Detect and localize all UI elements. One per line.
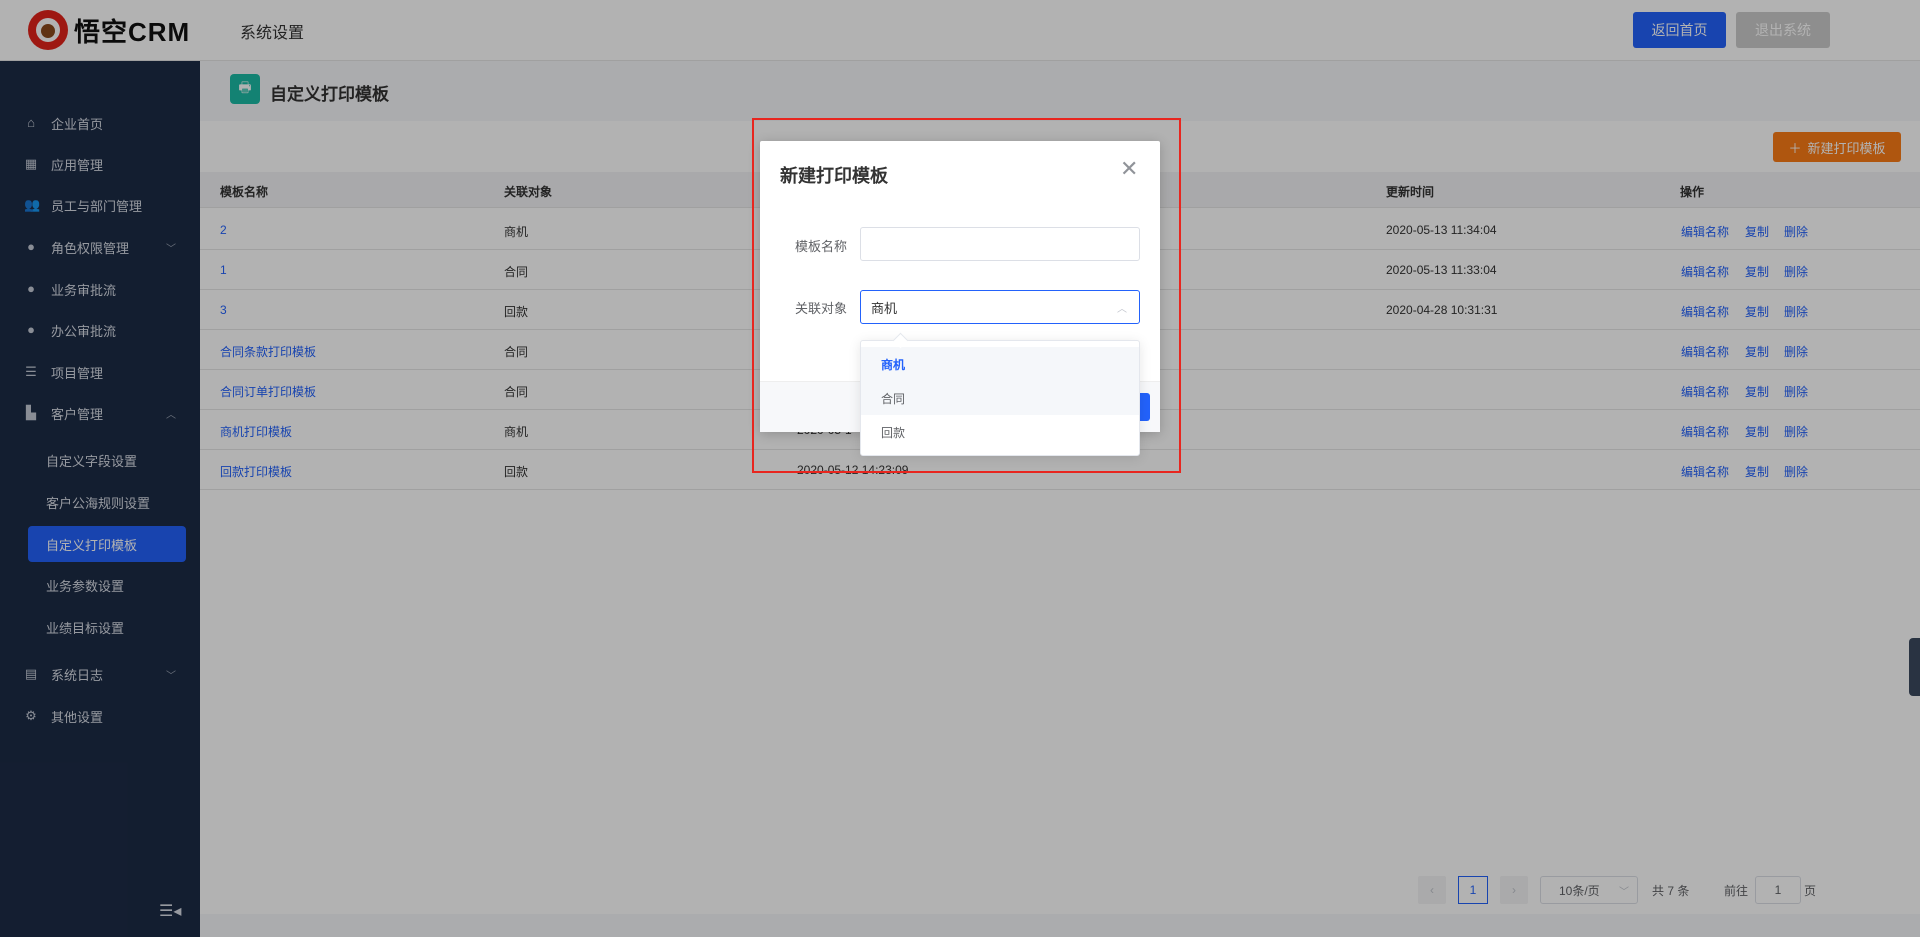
- close-icon[interactable]: ✕: [1120, 158, 1138, 180]
- template-name-label: 模板名称: [795, 239, 848, 254]
- template-name-input[interactable]: [860, 227, 1140, 261]
- chevron-up-icon: ︿: [1117, 303, 1127, 315]
- related-object-label: 关联对象: [795, 301, 848, 316]
- related-object-value: 商机: [871, 300, 898, 316]
- option-contract[interactable]: 合同: [861, 381, 1139, 415]
- related-object-select[interactable]: 商机 ︿: [860, 290, 1140, 324]
- related-object-dropdown: 商机 合同 回款: [860, 340, 1140, 456]
- dialog-title: 新建打印模板: [780, 166, 888, 186]
- option-payment[interactable]: 回款: [861, 415, 1139, 449]
- option-opportunity[interactable]: 商机: [861, 347, 1139, 381]
